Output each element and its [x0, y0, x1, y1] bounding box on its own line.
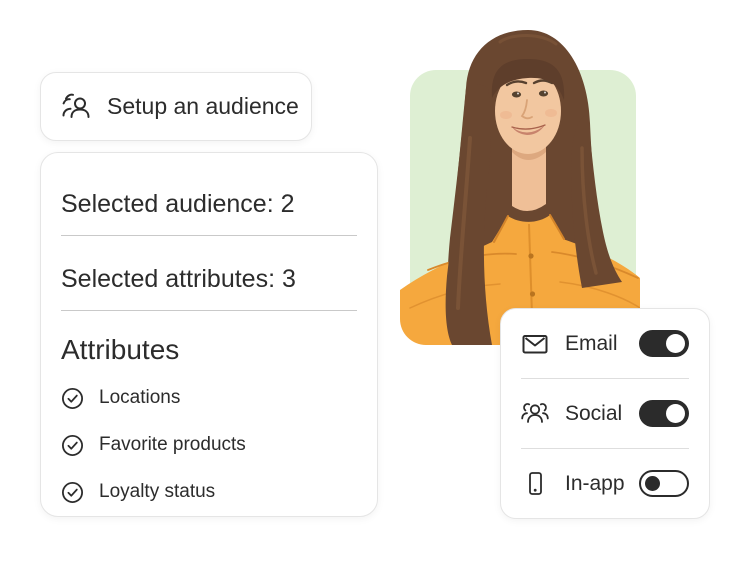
- channel-label: Email: [565, 332, 618, 356]
- attribute-label: Favorite products: [99, 434, 246, 456]
- check-circle-icon: [61, 434, 84, 457]
- check-circle-icon: [61, 481, 84, 504]
- attribute-label: Locations: [99, 387, 180, 409]
- attributes-list: Locations Favorite products Loyalty stat…: [61, 383, 357, 507]
- attributes-heading: Attributes: [61, 333, 357, 367]
- in-app-icon: [521, 470, 549, 498]
- setup-audience-button[interactable]: Setup an audience: [40, 72, 312, 141]
- selected-attributes-count: Selected attributes: 3: [61, 264, 357, 294]
- channel-row-in-app: In-app: [521, 449, 689, 518]
- attribute-row-favorite-products[interactable]: Favorite products: [61, 430, 357, 460]
- social-toggle[interactable]: [639, 400, 689, 427]
- divider: [61, 310, 357, 311]
- attribute-row-loyalty-status[interactable]: Loyalty status: [61, 477, 357, 507]
- setup-audience-label: Setup an audience: [107, 93, 299, 120]
- toggle-knob: [666, 334, 685, 353]
- check-circle-icon: [61, 387, 84, 410]
- audience-summary-card: Selected audience: 2 Selected attributes…: [40, 152, 378, 517]
- divider: [61, 235, 357, 236]
- channel-label: Social: [565, 402, 622, 426]
- selected-audience-count: Selected audience: 2: [61, 189, 357, 219]
- email-icon: [521, 330, 549, 358]
- toggle-knob: [666, 404, 685, 423]
- toggle-knob: [645, 476, 660, 491]
- email-toggle[interactable]: [639, 330, 689, 357]
- channel-row-social: Social: [521, 379, 689, 448]
- portrait-photo: [400, 18, 640, 348]
- attribute-label: Loyalty status: [99, 481, 215, 503]
- social-icon: [521, 400, 549, 428]
- attribute-row-locations[interactable]: Locations: [61, 383, 357, 413]
- channel-label: In-app: [565, 472, 625, 496]
- channels-card: Email Social In-app: [500, 308, 710, 519]
- in-app-toggle[interactable]: [639, 470, 689, 497]
- audience-icon: [59, 90, 93, 124]
- channel-row-email: Email: [521, 309, 689, 378]
